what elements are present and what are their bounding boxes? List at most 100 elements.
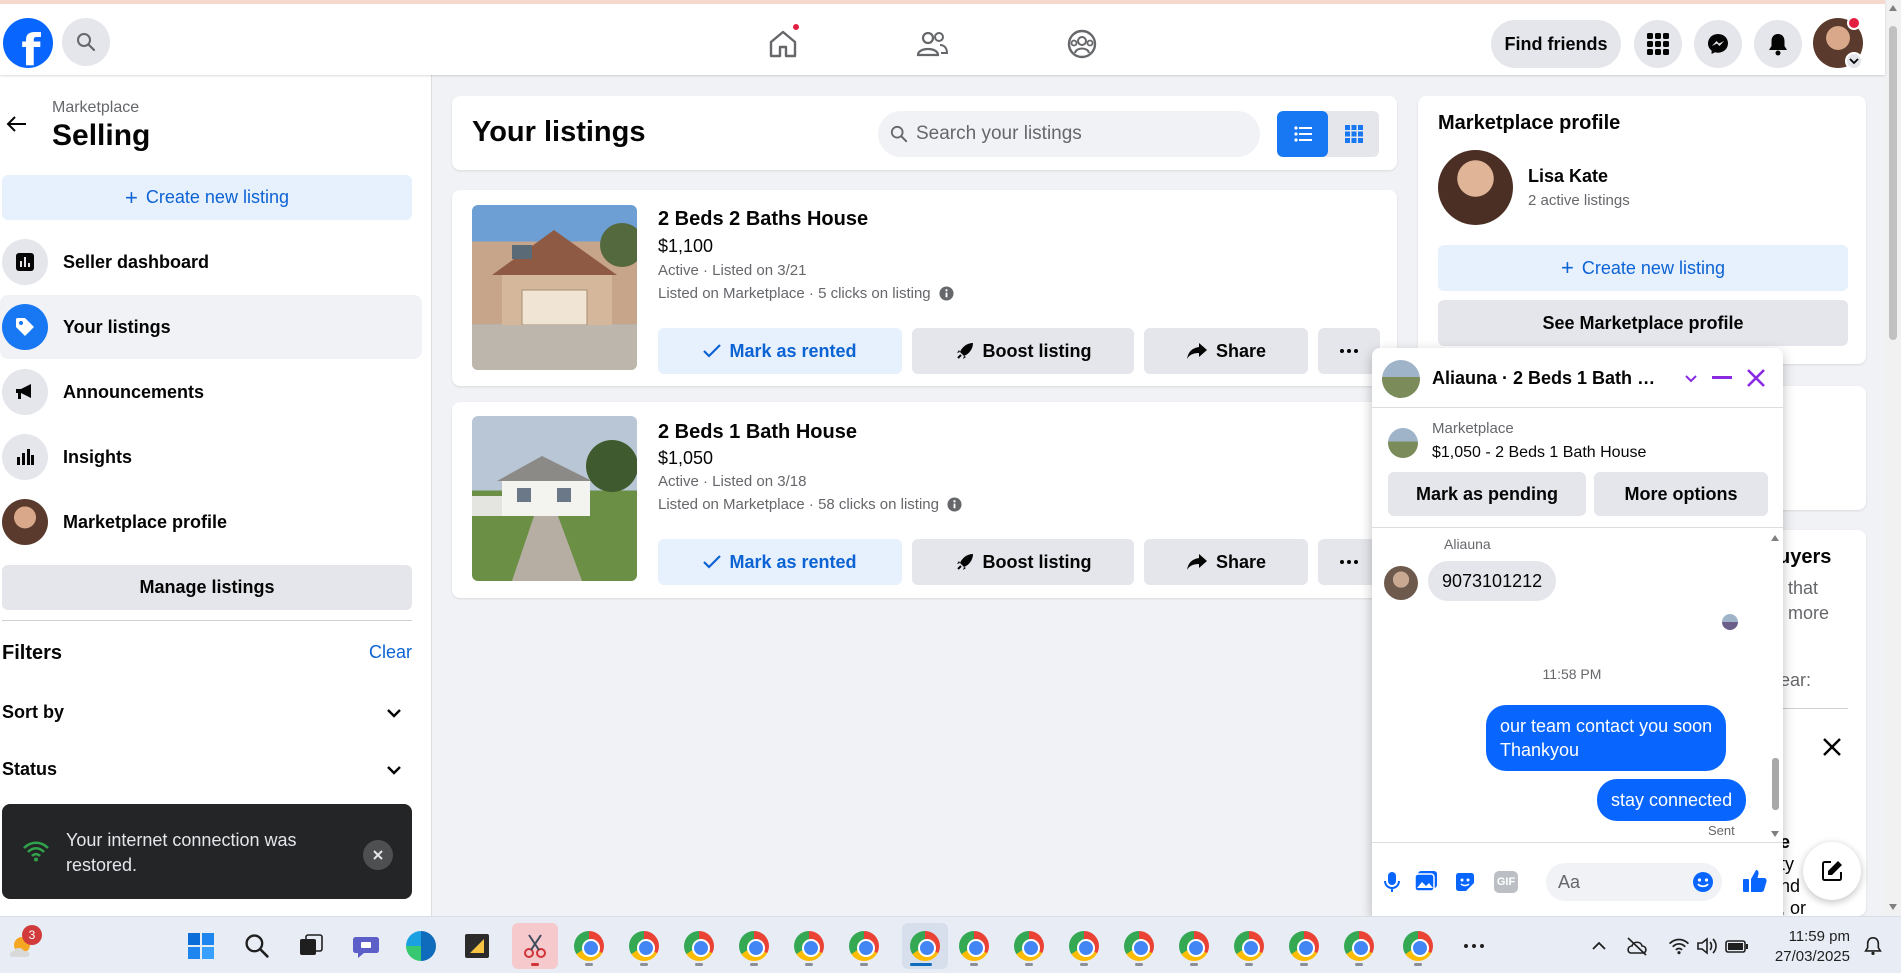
- see-marketplace-profile-button[interactable]: See Marketplace profile: [1438, 300, 1848, 346]
- breadcrumb[interactable]: Marketplace: [52, 99, 139, 117]
- sort-by-filter[interactable]: Sort by: [2, 702, 402, 723]
- start-button[interactable]: [184, 929, 218, 963]
- sidebar-item-announcements[interactable]: Announcements: [0, 360, 422, 424]
- info-icon[interactable]: [947, 497, 962, 512]
- nav-friends[interactable]: [910, 22, 954, 66]
- chat-header[interactable]: Aliauna · 2 Beds 1 Bath Ho...: [1372, 348, 1783, 408]
- close-icon[interactable]: [1746, 368, 1766, 388]
- nav-home[interactable]: [761, 22, 805, 66]
- outgoing-message[interactable]: our team contact you soon Thankyou: [1486, 705, 1727, 771]
- toast-close-button[interactable]: [363, 840, 393, 870]
- boost-listing-button[interactable]: Boost listing: [912, 328, 1134, 374]
- task-view-button[interactable]: [294, 929, 328, 963]
- sidebar-item-marketplace-profile[interactable]: Marketplace profile: [0, 490, 422, 554]
- tray-icon[interactable]: [1620, 929, 1654, 963]
- taskbar-search[interactable]: [240, 929, 274, 963]
- incoming-message[interactable]: 9073101212: [1428, 561, 1557, 601]
- create-listing-button[interactable]: + Create new listing: [2, 175, 412, 220]
- chrome-window[interactable]: [1287, 929, 1321, 963]
- grid-view-button[interactable]: [1328, 111, 1379, 157]
- chrome-window[interactable]: [627, 929, 661, 963]
- chrome-window[interactable]: [737, 929, 771, 963]
- chrome-window[interactable]: [1401, 929, 1435, 963]
- listing-title[interactable]: 2 Beds 2 Baths House: [658, 208, 868, 231]
- more-options-button[interactable]: More options: [1594, 472, 1768, 516]
- page-scrollbar[interactable]: [1885, 0, 1901, 916]
- mark-as-rented-button[interactable]: Mark as rented: [658, 539, 902, 585]
- search-listings-input[interactable]: Search your listings: [878, 111, 1260, 157]
- battery-button[interactable]: [1720, 929, 1754, 963]
- tray-overflow-button[interactable]: [1582, 929, 1616, 963]
- profile-avatar[interactable]: [1438, 150, 1513, 225]
- chevron-down-icon[interactable]: [1684, 374, 1698, 384]
- chrome-window[interactable]: [847, 929, 881, 963]
- notifications-button[interactable]: [1754, 20, 1802, 68]
- manage-listings-button[interactable]: Manage listings: [2, 565, 412, 610]
- mark-as-pending-button[interactable]: Mark as pending: [1388, 472, 1586, 516]
- chat-title[interactable]: Aliauna · 2 Beds 1 Bath Ho...: [1432, 368, 1662, 389]
- search-button[interactable]: [62, 18, 110, 66]
- chrome-window[interactable]: [1067, 929, 1101, 963]
- volume-button[interactable]: [1690, 929, 1724, 963]
- listing-photo[interactable]: [472, 416, 637, 581]
- listing-title[interactable]: 2 Beds 1 Bath House: [658, 421, 857, 444]
- sidebar-item-seller-dashboard[interactable]: Seller dashboard: [0, 230, 422, 294]
- gif-button[interactable]: GIF: [1494, 871, 1518, 893]
- profile-name[interactable]: Lisa Kate: [1528, 166, 1608, 187]
- like-icon[interactable]: [1742, 868, 1768, 894]
- mark-as-rented-button[interactable]: Mark as rented: [658, 328, 902, 374]
- boost-listing-button[interactable]: Boost listing: [912, 539, 1134, 585]
- close-icon[interactable]: [1821, 736, 1843, 758]
- find-friends-button[interactable]: Find friends: [1491, 20, 1621, 68]
- listing-photo[interactable]: [472, 205, 637, 370]
- nav-groups[interactable]: [1060, 22, 1104, 66]
- edge-app[interactable]: [404, 929, 438, 963]
- chrome-window[interactable]: [1342, 929, 1376, 963]
- chrome-window[interactable]: [682, 929, 716, 963]
- more-apps-button[interactable]: [1457, 929, 1491, 963]
- chat-avatar[interactable]: [1382, 360, 1420, 398]
- list-view-button[interactable]: [1277, 111, 1328, 157]
- create-listing-button[interactable]: + Create new listing: [1438, 245, 1848, 291]
- outgoing-message[interactable]: stay connected: [1597, 779, 1747, 821]
- sticky-notes-app[interactable]: [460, 929, 494, 963]
- teams-app[interactable]: [349, 929, 383, 963]
- menu-button[interactable]: [1634, 20, 1682, 68]
- chrome-window[interactable]: [1122, 929, 1156, 963]
- listing-card[interactable]: 2 Beds 1 Bath House $1,050 Active · List…: [452, 402, 1397, 598]
- new-message-button[interactable]: [1803, 842, 1861, 900]
- messenger-button[interactable]: [1694, 20, 1742, 68]
- facebook-logo[interactable]: f: [3, 18, 53, 68]
- sticker-icon[interactable]: [1454, 871, 1476, 893]
- chrome-window[interactable]: [1232, 929, 1266, 963]
- chat-scrollbar[interactable]: [1770, 534, 1780, 840]
- status-filter[interactable]: Status: [2, 759, 402, 780]
- chrome-window[interactable]: [1012, 929, 1046, 963]
- microphone-icon[interactable]: [1384, 871, 1400, 893]
- more-actions-button[interactable]: [1318, 328, 1380, 374]
- share-button[interactable]: Share: [1144, 328, 1308, 374]
- back-arrow-icon[interactable]: [6, 115, 28, 133]
- notification-center-button[interactable]: [1856, 929, 1890, 963]
- account-menu-chevron[interactable]: [1845, 52, 1863, 70]
- photo-icon[interactable]: [1414, 870, 1438, 892]
- listing-card[interactable]: 2 Beds 2 Baths House $1,100 Active · Lis…: [452, 190, 1397, 386]
- sidebar-item-your-listings[interactable]: Your listings: [0, 295, 422, 359]
- chrome-window[interactable]: [572, 929, 606, 963]
- chrome-window[interactable]: [1177, 929, 1211, 963]
- clock[interactable]: 11:59 pm 27/03/2025: [1760, 927, 1850, 967]
- chat-scroll-thumb[interactable]: [1772, 758, 1779, 810]
- chrome-window[interactable]: [957, 929, 991, 963]
- listing-thumb: [1388, 428, 1418, 458]
- page-scroll-thumb[interactable]: [1889, 26, 1897, 340]
- info-icon[interactable]: [939, 286, 954, 301]
- weather-widget[interactable]: 3: [6, 925, 42, 963]
- sidebar-item-insights[interactable]: Insights: [0, 425, 422, 489]
- minimize-icon[interactable]: [1712, 376, 1732, 380]
- clear-filters-link[interactable]: Clear: [369, 642, 412, 663]
- emoji-icon[interactable]: [1692, 871, 1714, 893]
- share-button[interactable]: Share: [1144, 539, 1308, 585]
- more-actions-button[interactable]: [1318, 539, 1380, 585]
- chrome-window[interactable]: [792, 929, 826, 963]
- chat-context-item[interactable]: $1,050 - 2 Beds 1 Bath House: [1432, 444, 1646, 462]
